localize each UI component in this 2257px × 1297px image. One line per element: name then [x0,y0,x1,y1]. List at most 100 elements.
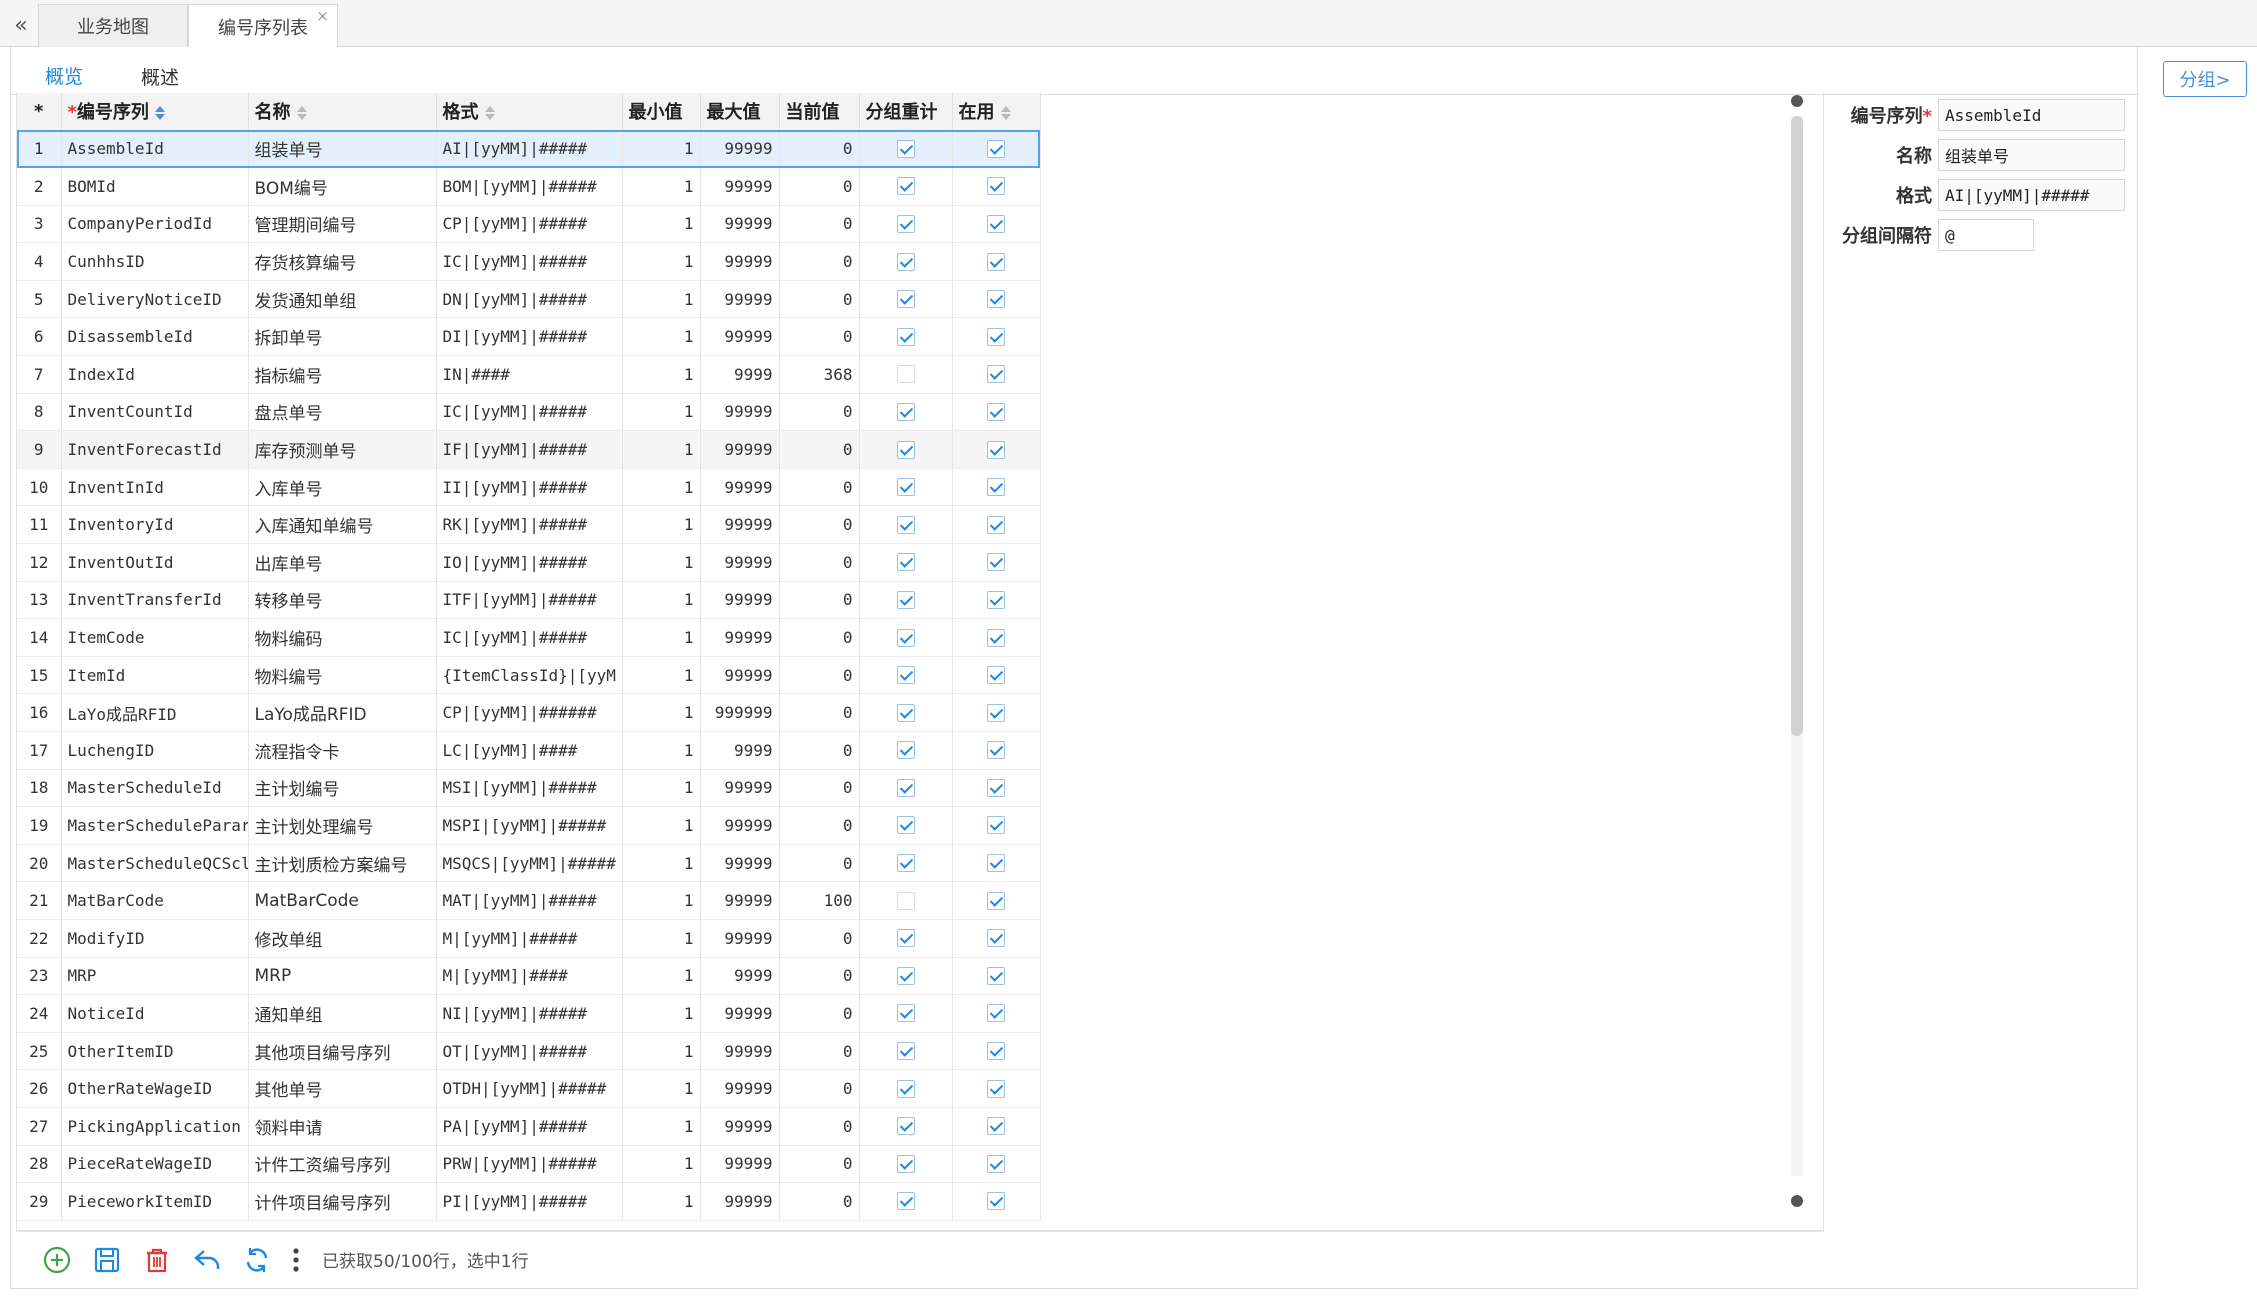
inuse-checkbox[interactable] [987,891,1005,910]
subtab-summary[interactable]: 概述 [117,57,203,95]
table-row[interactable]: 26 OtherRateWageID 其他单号 OTDH|[yyMM]|##### 1 9… [17,1069,1041,1108]
regroup-checkbox[interactable] [896,327,915,346]
cell-code[interactable]: MasterScheduleParar [61,806,249,845]
table-row[interactable]: 28 PieceRateWageID 计件工资编号序列 PRW|[yyMM]|####… [17,1145,1041,1184]
table-row[interactable]: 13 InventTransferId 转移单号 ITF|[yyMM]|##### 1 9… [17,581,1041,620]
cell-format[interactable]: NI|[yyMM]|##### [436,994,623,1033]
inuse-checkbox[interactable] [987,327,1005,346]
cell-max[interactable]: 99999 [700,242,780,281]
subtab-overview[interactable]: 概览 [21,57,107,95]
tab-number-sequence[interactable]: 编号序列表 × [188,4,338,48]
cell-format[interactable]: PI|[yyMM]|##### [436,1182,623,1221]
regroup-checkbox[interactable] [896,290,915,309]
cell-format[interactable]: AI|[yyMM]|##### [436,130,623,169]
cell-name[interactable]: 其他单号 [248,1069,437,1108]
cell-current[interactable]: 0 [779,242,860,281]
cell-max[interactable]: 9999 [700,731,780,770]
table-row[interactable]: 15 ItemId 物料编号 {ItemClassId}|[yyM 1 99999 0 [17,656,1041,695]
cell-min[interactable]: 1 [622,1182,701,1221]
collapse-sidebar-button[interactable]: « [4,4,38,46]
cell-current[interactable]: 0 [779,1107,860,1146]
sort-icon[interactable] [484,106,495,121]
cell-format[interactable]: IN|#### [436,355,623,394]
cell-code[interactable]: LaYo成品RFID [61,693,249,732]
regroup-checkbox[interactable] [896,214,915,233]
inuse-checkbox[interactable] [987,365,1005,384]
cell-name[interactable]: 出库单号 [248,543,437,582]
scroll-up-icon[interactable] [1789,94,1805,108]
cell-format[interactable]: DI|[yyMM]|##### [436,317,623,357]
cell-min[interactable]: 1 [622,769,701,808]
name-field[interactable]: 组装单号 [1938,139,2125,171]
inuse-checkbox[interactable] [987,252,1005,271]
table-row[interactable]: 18 MasterScheduleId 主计划编号 MSI|[yyMM]|##### 1… [17,769,1041,808]
cell-code[interactable]: MasterScheduleId [61,769,249,808]
inuse-checkbox[interactable] [987,440,1005,459]
table-row[interactable]: 1 AssembleId 组装单号 AI|[yyMM]|##### 1 99999 0 [17,130,1041,169]
cell-code[interactable]: OtherRateWageID [61,1069,249,1108]
table-row[interactable]: 10 InventInId 入库单号 II|[yyMM]|##### 1 99999 0 [17,468,1041,507]
inuse-checkbox[interactable] [987,816,1005,835]
table-row[interactable]: 19 MasterScheduleParar 主计划处理编号 MSPI|[yyMM]|… [17,806,1041,845]
cell-max[interactable]: 99999 [700,1069,780,1108]
cell-min[interactable]: 1 [622,919,701,958]
table-row[interactable]: 6 DisassembleId 拆卸单号 DI|[yyMM]|##### 1 99999 0 [17,317,1041,357]
cell-current[interactable]: 0 [779,618,860,657]
cell-min[interactable]: 1 [622,430,701,469]
cell-code[interactable]: MatBarCode [61,881,249,920]
cell-max[interactable]: 99999 [700,919,780,958]
regroup-checkbox[interactable] [896,816,915,835]
regroup-checkbox[interactable] [896,252,915,271]
inuse-checkbox[interactable] [987,854,1005,873]
cell-max[interactable]: 99999 [700,1032,780,1071]
cell-current[interactable]: 0 [779,693,860,732]
regroup-checkbox[interactable] [896,177,915,196]
cell-name[interactable]: LaYo成品RFID [248,693,437,732]
cell-code[interactable]: InventInId [61,468,249,507]
cell-name[interactable]: 转移单号 [248,581,437,620]
cell-name[interactable]: 物料编号 [248,656,437,695]
cell-format[interactable]: RK|[yyMM]|##### [436,505,623,545]
cell-code[interactable]: InventOutId [61,543,249,582]
cell-current[interactable]: 0 [779,994,860,1033]
inuse-checkbox[interactable] [987,703,1005,722]
cell-code[interactable]: PickingApplication [61,1107,249,1146]
regroup-checkbox[interactable] [896,1117,915,1136]
cell-max[interactable]: 99999 [700,618,780,657]
cell-code[interactable]: OtherItemID [61,1032,249,1071]
cell-current[interactable]: 0 [779,1145,860,1184]
cell-format[interactable]: ITF|[yyMM]|##### [436,581,623,620]
sort-icon[interactable] [154,106,165,121]
cell-min[interactable]: 1 [622,844,701,883]
cell-min[interactable]: 1 [622,656,701,695]
cell-min[interactable]: 1 [622,731,701,770]
cell-name[interactable]: 领料申请 [248,1107,437,1146]
cell-name[interactable]: BOM编号 [248,167,437,206]
table-row[interactable]: 21 MatBarCode MatBarCode MAT|[yyMM]|##### 1 9… [17,881,1041,920]
cell-format[interactable]: IO|[yyMM]|##### [436,543,623,582]
cell-code[interactable]: ItemCode [61,618,249,657]
cell-code[interactable]: IndexId [61,355,249,394]
cell-format[interactable]: {ItemClassId}|[yyM [436,656,623,695]
inuse-checkbox[interactable] [987,666,1005,685]
cell-code[interactable]: DeliveryNoticeID [61,280,249,319]
regroup-checkbox[interactable] [896,741,915,760]
cell-format[interactable]: DN|[yyMM]|##### [436,280,623,319]
inuse-checkbox[interactable] [987,478,1005,497]
cell-code[interactable]: DisassembleId [61,317,249,357]
cell-current[interactable]: 0 [779,130,860,169]
table-row[interactable]: 27 PickingApplication 领料申请 PA|[yyMM]|##### 1… [17,1107,1041,1146]
cell-code[interactable]: CunhhsID [61,242,249,281]
table-row[interactable]: 5 DeliveryNoticeID 发货通知单组 DN|[yyMM]|##### 1 9… [17,280,1041,319]
cell-format[interactable]: CP|[yyMM]|##### [436,205,623,244]
tab-business-map[interactable]: 业务地图 [38,4,188,47]
cell-format[interactable]: M|[yyMM]|#### [436,957,623,996]
more-button[interactable] [284,1237,308,1283]
cell-name[interactable]: 入库单号 [248,468,437,507]
cell-current[interactable]: 0 [779,317,860,357]
regroup-checkbox[interactable] [896,1042,915,1061]
header-regroup[interactable]: 分组重计 [859,93,953,131]
cell-current[interactable]: 0 [779,919,860,958]
regroup-checkbox[interactable] [896,628,915,647]
inuse-checkbox[interactable] [987,741,1005,760]
